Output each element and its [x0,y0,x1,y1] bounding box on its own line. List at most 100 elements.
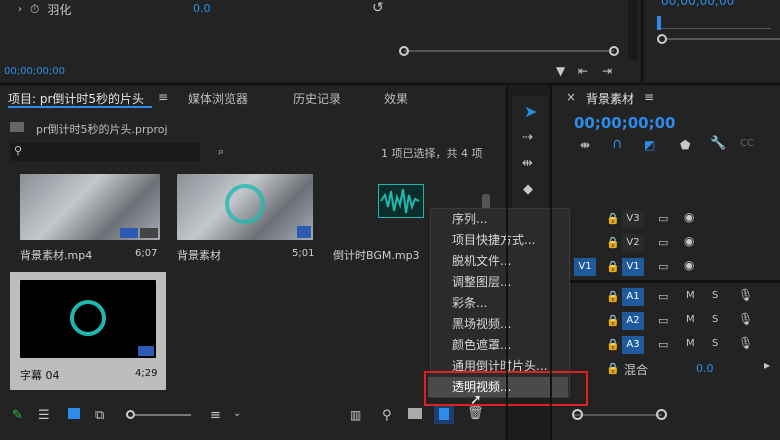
scroll-handle-right[interactable] [609,46,619,56]
lock-icon[interactable]: 🔒 [606,260,620,273]
menu-item-color-matte[interactable]: 颜色遮罩... [452,336,511,354]
filter-icon[interactable]: ▼ [556,64,565,78]
tab-project[interactable]: 项目: pr倒计时5秒的片头 [8,90,144,107]
menu-item-adjustment-layer[interactable]: 调整图层... [452,273,511,291]
tab-history[interactable]: 历史记录 [293,90,341,107]
timeline-scroll-handle-right[interactable] [656,409,667,420]
zoom-slider[interactable] [135,414,191,416]
sync-lock-icon[interactable]: ▭ [658,290,668,303]
scroll-handle-left[interactable] [399,46,409,56]
zoom-scroll-track[interactable] [667,38,780,40]
wrench-icon[interactable]: 🔧 [710,136,726,151]
sync-lock-icon[interactable]: ▭ [658,236,668,249]
collapse-arrow-icon[interactable]: ▸ [764,358,770,372]
source-patch-v1[interactable]: V1 [574,258,596,276]
effect-scroll-track[interactable] [404,50,614,52]
lock-icon[interactable]: 🔒 [606,212,620,225]
captions-icon[interactable]: CC [740,138,754,149]
audio-waveform-icon[interactable] [378,184,424,218]
timeline-scroll-handle-left[interactable] [572,409,583,420]
thumbnail-bg-sequence[interactable] [177,174,313,240]
search-input[interactable]: ⚲ [10,143,200,161]
track-a1[interactable]: A1 [622,288,644,306]
tab-menu-icon[interactable]: ≡ [644,90,654,104]
razor-tool-icon[interactable]: ◆ [523,182,533,197]
track-select-tool-icon[interactable]: ⇢ [522,130,533,145]
menu-item-offline-file[interactable]: 脱机文件... [452,252,511,270]
mic-icon[interactable]: 🎙 [738,336,753,350]
track-a3[interactable]: A3 [622,336,644,354]
new-bin-icon[interactable] [408,408,422,419]
expand-arrow-icon[interactable]: › [18,4,22,15]
linked-selection-icon[interactable]: ◩ [644,138,655,152]
mute-button[interactable]: M [686,338,695,349]
panel-divider[interactable] [0,83,780,85]
sync-lock-icon[interactable]: ▭ [658,314,668,327]
sync-lock-icon[interactable]: ▭ [658,212,668,225]
menu-item-sequence[interactable]: 序列... [452,210,487,228]
menu-item-black-video[interactable]: 黑场视频... [452,315,511,333]
effect-scrollbar[interactable] [628,0,638,60]
lock-icon[interactable]: 🔒 [606,290,620,303]
eye-icon[interactable]: ◉ [684,210,694,224]
trash-icon[interactable]: 🗑 [467,406,484,421]
panel-divider[interactable] [641,0,643,84]
sort-icon[interactable]: ≡ [210,408,221,423]
panel-divider[interactable] [506,86,508,440]
mix-value[interactable]: 0.0 [696,362,714,375]
selection-tool-icon[interactable]: ➤ [524,102,537,121]
track-a2[interactable]: A2 [622,312,644,330]
eye-icon[interactable]: ◉ [684,258,694,272]
tab-menu-icon[interactable]: ≡ [158,90,168,104]
snap-icon[interactable]: ∩ [612,136,622,152]
find-icon[interactable]: ⚲ [382,408,392,423]
timeline-timecode[interactable]: 00;00;00;00 [574,114,676,132]
solo-button[interactable]: S [712,290,718,301]
mute-button[interactable]: M [686,290,695,301]
track-divider[interactable] [552,280,780,283]
settings-icon[interactable]: ⇥ [602,64,612,78]
marker-icon[interactable]: ⬟ [680,138,690,152]
tab-media-browser[interactable]: 媒体浏览器 [188,90,248,107]
reset-icon[interactable]: ↺ [372,0,384,16]
zoom-slider-handle[interactable] [126,410,135,419]
lock-icon[interactable]: 🔒 [606,362,620,375]
close-icon[interactable]: × [566,90,576,104]
lock-icon[interactable]: 🔒 [606,338,620,351]
panel-divider[interactable] [550,86,552,440]
lock-icon[interactable]: 🔒 [606,314,620,327]
track-v3[interactable]: V3 [622,210,644,228]
track-v2[interactable]: V2 [622,234,644,252]
track-v1[interactable]: V1 [622,258,644,276]
export-frame-icon[interactable]: ⇤ [578,64,588,78]
thumbnail-bg-mp4[interactable] [20,174,160,240]
stopwatch-icon[interactable]: ⏱ [30,2,39,17]
ripple-edit-tool-icon[interactable]: ⇹ [522,156,533,171]
timeline-scroll-track[interactable] [574,414,662,416]
mic-icon[interactable]: 🎙 [738,288,753,302]
feather-value[interactable]: 0.0 [193,2,211,15]
menu-item-bars-and-tone[interactable]: 彩条... [452,294,487,312]
nest-icon[interactable]: ⇼ [580,138,590,152]
mic-icon[interactable]: 🎙 [738,312,753,326]
eye-icon[interactable]: ◉ [684,234,694,248]
solo-button[interactable]: S [712,338,718,349]
ruler-line [661,28,771,29]
menu-item-project-shortcut[interactable]: 项目快捷方式... [452,231,535,249]
zoom-handle-left[interactable] [657,34,667,44]
sync-lock-icon[interactable]: ▭ [658,260,668,273]
tab-effects[interactable]: 效果 [384,90,408,107]
find-icon[interactable]: ⌕ [218,145,224,159]
thumbnail-title[interactable] [20,280,156,358]
freeform-view-icon[interactable]: ⧉ [95,408,104,423]
icon-view-icon[interactable] [68,408,80,419]
new-item-button[interactable] [434,404,454,424]
sync-lock-icon[interactable]: ▭ [658,338,668,351]
automate-icon[interactable]: ▥ [350,408,361,422]
pencil-icon[interactable]: ✎ [12,408,23,423]
list-view-icon[interactable]: ☰ [38,408,50,423]
chevron-down-icon[interactable]: ⌄ [233,408,241,419]
lock-icon[interactable]: 🔒 [606,236,620,249]
solo-button[interactable]: S [712,314,718,325]
mute-button[interactable]: M [686,314,695,325]
